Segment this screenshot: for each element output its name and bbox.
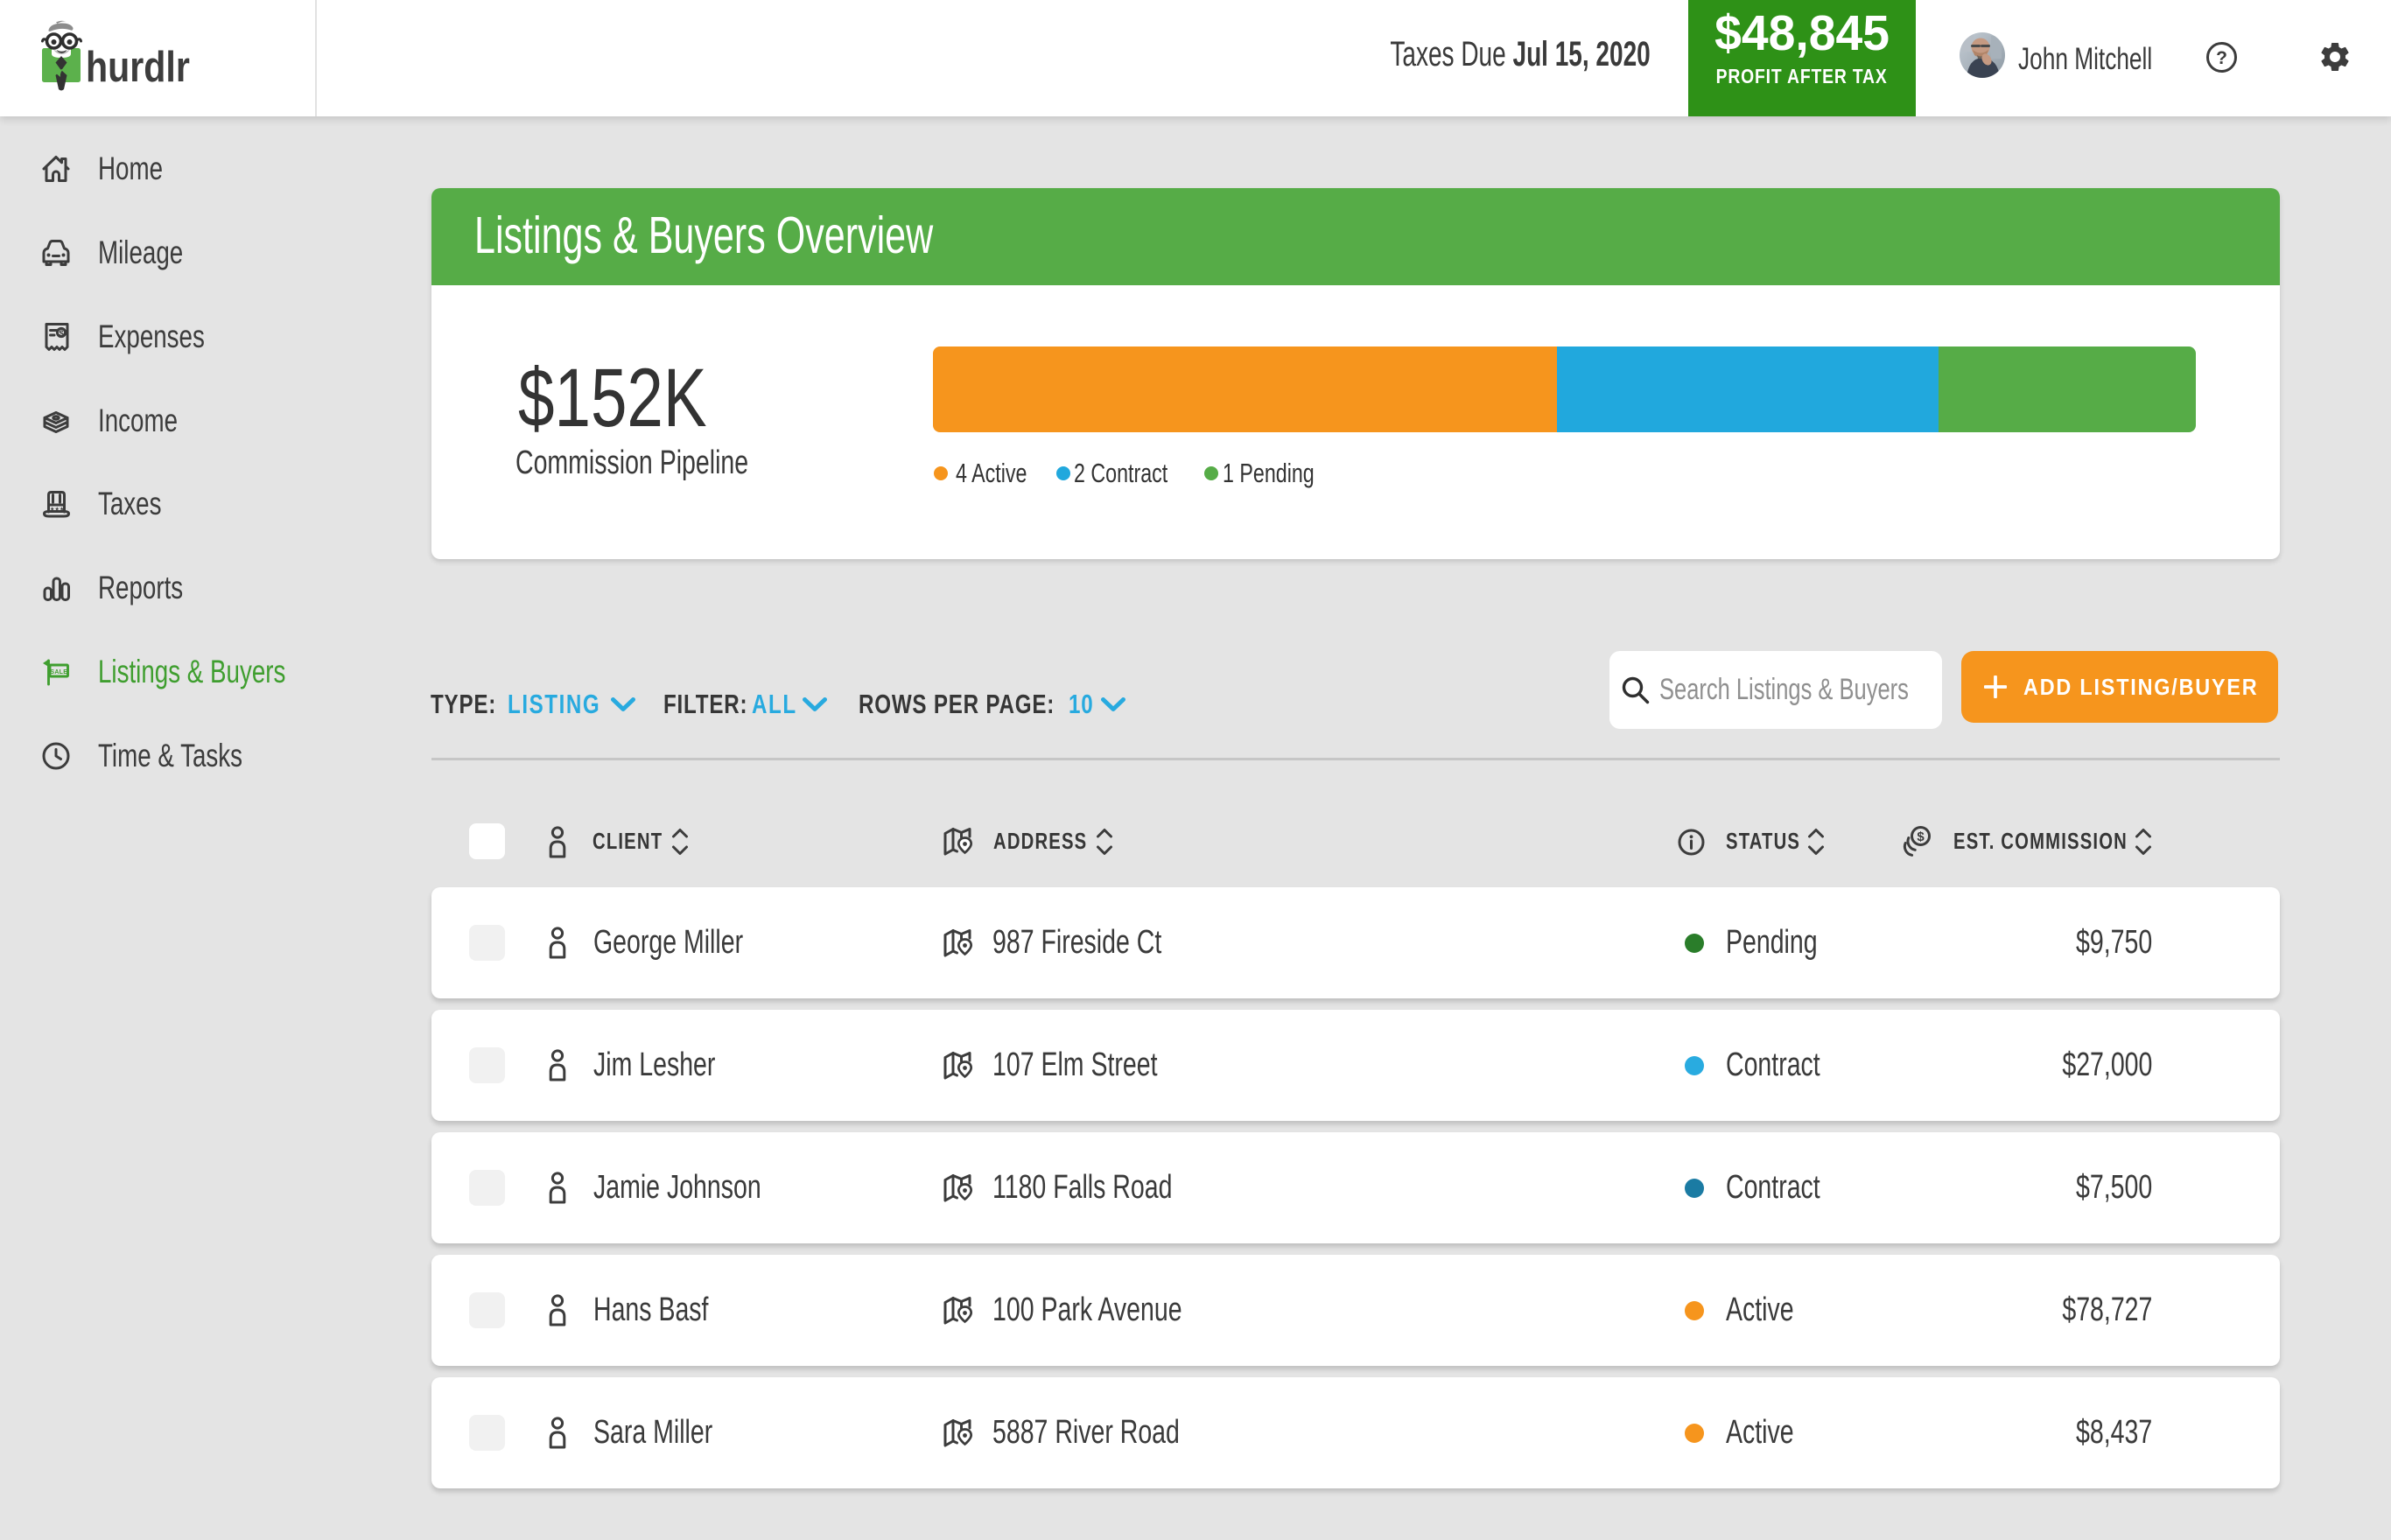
svg-text:$: $	[59, 329, 64, 339]
svg-text:$: $	[1917, 830, 1925, 844]
svg-text:★: ★	[60, 507, 64, 513]
svg-text:hurdlr: hurdlr	[86, 43, 190, 91]
svg-text:?: ?	[2216, 48, 2227, 68]
svg-text:SALE: SALE	[50, 669, 67, 676]
